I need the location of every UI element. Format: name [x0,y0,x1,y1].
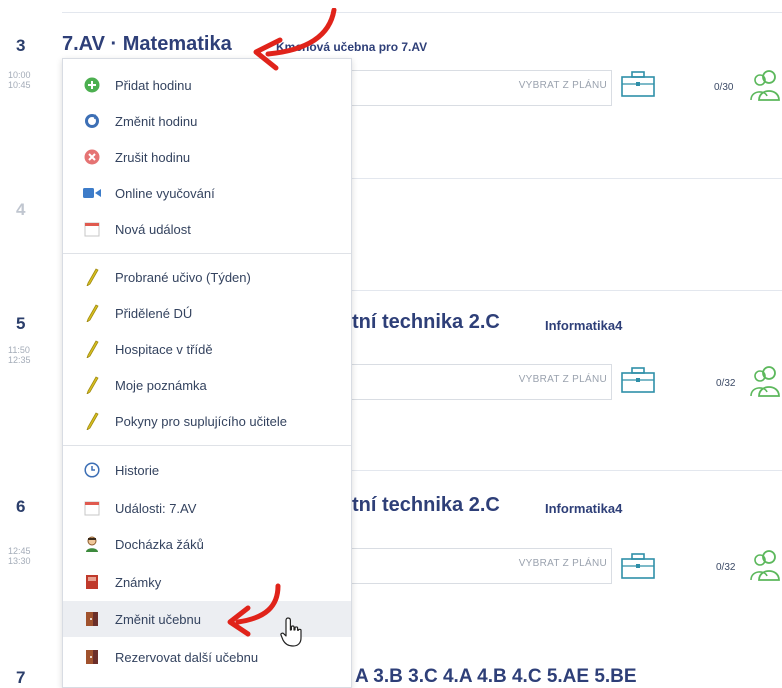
student-icon [79,534,105,554]
clock-icon [79,460,105,480]
lesson-time: 10:00 10:45 [8,70,31,90]
menu-item-label: Online vyučování [115,185,215,201]
pencil-icon [79,375,105,395]
hour-number: 3 [16,36,26,55]
select-from-plan-button[interactable]: VYBRAT Z PLÁNU [519,80,607,91]
menu-item-label: Pokyny pro suplujícího učitele [115,413,287,429]
cancel-circle-icon [79,147,105,167]
menu-item-class-inspection[interactable]: Hospitace v třídě [63,331,351,367]
lesson-title[interactable]: tní technika 2.C [352,494,500,517]
video-camera-icon [79,183,105,203]
menu-item-label: Hospitace v třídě [115,341,213,357]
menu-item-add-lesson[interactable]: Přidat hodinu [63,67,351,103]
menu-item-my-note[interactable]: Moje poznámka [63,367,351,403]
menu-item-homework[interactable]: Přidělené DÚ [63,295,351,331]
lesson-time: 11:50 12:35 [8,345,31,365]
calendar-icon [79,219,105,239]
select-from-plan-button[interactable]: VYBRAT Z PLÁNU [519,374,607,385]
menu-item-label: Známky [115,574,162,590]
hour-number: 5 [16,314,26,333]
menu-item-label: Změnit hodinu [115,113,198,129]
hour-number: 6 [16,497,26,516]
menu-item-change-lesson[interactable]: Změnit hodinu [63,103,351,139]
menu-item-grades[interactable]: Známky [63,564,351,600]
menu-item-substitute-instructions[interactable]: Pokyny pro suplujícího učitele [63,403,351,439]
menu-separator [63,253,351,254]
menu-item-events[interactable]: Události: 7.AV [63,490,351,526]
briefcase-icon[interactable] [620,366,656,394]
pencil-icon [79,339,105,359]
attendance-count: 0/32 [716,562,736,573]
top-divider [62,12,782,13]
lesson-room: Informatika4 [545,501,623,516]
lesson-title[interactable]: 7.AV · Matematika [62,33,232,56]
menu-item-label: Rezervovat další učebnu [115,649,259,665]
lesson-title[interactable]: A 3.B 3.C 4.A 4.B 4.C 5.AE 5.BE [355,666,637,688]
hand-cursor-icon [280,617,302,647]
plus-circle-icon [79,75,105,95]
menu-item-label: Změnit učebnu [115,611,201,627]
lesson-time: 12:45 13:30 [8,546,31,566]
lesson-title[interactable]: tní technika 2.C [352,311,500,334]
lesson-context-menu: Přidat hodinu Změnit hodinu Zrušit hodin… [62,58,352,688]
select-from-plan-button[interactable]: VYBRAT Z PLÁNU [519,558,607,569]
menu-item-covered-topics[interactable]: Probrané učivo (Týden) [63,259,351,295]
menu-item-reserve-classroom[interactable]: Rezervovat další učebnu [63,639,351,675]
menu-item-new-event[interactable]: Nová událost [63,211,351,247]
menu-item-online-teaching[interactable]: Online vyučování [63,175,351,211]
annotation-arrow-icon [253,8,337,71]
attendance-count: 0/32 [716,378,736,389]
menu-item-label: Přidělené DÚ [115,305,193,321]
door-icon [79,647,105,667]
grades-book-icon [79,572,105,592]
menu-item-label: Zrušit hodinu [115,149,191,165]
menu-item-label: Nová událost [115,221,191,237]
briefcase-icon[interactable] [620,70,656,98]
menu-item-label: Historie [115,462,160,478]
menu-item-label: Události: 7.AV [115,500,197,516]
attendance-count: 0/30 [714,82,734,93]
menu-item-cancel-lesson[interactable]: Zrušit hodinu [63,139,351,175]
menu-item-label: Probrané učivo (Týden) [115,269,251,285]
hour-number: 7 [16,668,26,687]
refresh-icon [79,111,105,131]
calendar-icon [79,498,105,518]
students-icon[interactable] [750,548,780,582]
menu-item-label: Přidat hodinu [115,77,192,93]
menu-item-label: Moje poznámka [115,377,207,393]
pencil-icon [79,303,105,323]
hour-number: 4 [16,200,26,219]
pencil-icon [79,267,105,287]
menu-item-label: Docházka žáků [115,536,204,552]
pencil-icon [79,411,105,431]
lesson-room: Informatika4 [545,318,623,333]
menu-item-student-attendance[interactable]: Docházka žáků [63,526,351,562]
students-icon[interactable] [750,364,780,398]
menu-separator [63,445,351,446]
briefcase-icon[interactable] [620,552,656,580]
door-icon [79,609,105,629]
menu-item-history[interactable]: Historie [63,452,351,488]
menu-item-change-classroom[interactable]: Změnit učebnu [63,601,351,637]
students-icon[interactable] [750,68,780,102]
